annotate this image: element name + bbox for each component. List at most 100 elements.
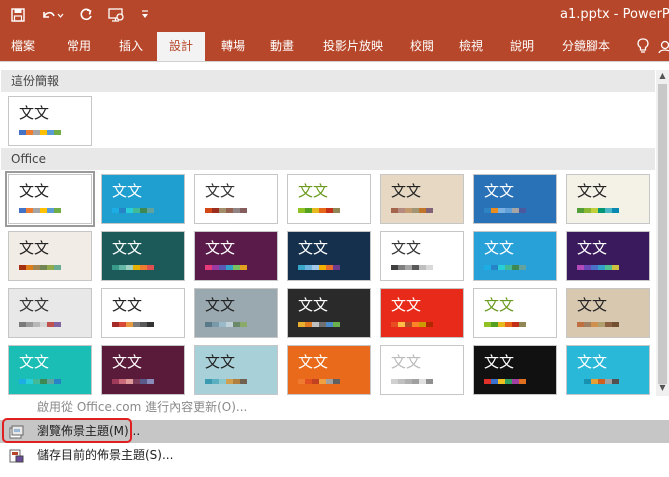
theme-thumbnail-22[interactable]: 文文 — [8, 345, 92, 395]
theme-sample-text: 文文 — [484, 182, 515, 200]
palette-swatch — [40, 130, 47, 135]
scroll-up-icon[interactable]: ▲ — [656, 70, 669, 82]
palette-swatch — [326, 265, 333, 270]
theme-thumbnail-21[interactable]: 文文 — [566, 288, 650, 338]
theme-sample-text: 文文 — [298, 239, 329, 257]
theme-sample-text: 文文 — [205, 182, 236, 200]
palette-swatch — [484, 322, 491, 327]
theme-thumbnail-18[interactable]: 文文 — [287, 288, 371, 338]
palette-swatch — [584, 322, 591, 327]
palette-swatch — [612, 208, 619, 213]
save-icon[interactable] — [8, 4, 28, 26]
theme-thumbnail-7[interactable]: 文文 — [566, 174, 650, 224]
theme-thumbnail-3[interactable]: 文文 — [194, 174, 278, 224]
palette-swatch — [219, 379, 226, 384]
theme-thumbnail-28[interactable]: 文文 — [566, 345, 650, 395]
theme-thumbnail-26[interactable]: 文文 — [380, 345, 464, 395]
palette-swatch — [605, 265, 612, 270]
save-current-theme-item[interactable]: 儲存目前的佈景主題(S)... — [0, 444, 669, 467]
theme-thumbnail-4[interactable]: 文文 — [287, 174, 371, 224]
theme-thumbnail-9[interactable]: 文文 — [101, 231, 185, 281]
theme-thumbnail-17[interactable]: 文文 — [194, 288, 278, 338]
lightbulb-icon[interactable] — [632, 32, 654, 61]
theme-color-palette — [484, 208, 526, 213]
theme-sample-text: 文文 — [391, 353, 422, 371]
palette-swatch — [426, 322, 433, 327]
gallery-scrollbar[interactable]: ▲ ▼ — [656, 70, 669, 396]
palette-swatch — [519, 265, 526, 270]
palette-swatch — [312, 379, 319, 384]
palette-swatch — [519, 322, 526, 327]
current-theme-thumbnail[interactable]: 文文 — [8, 96, 92, 146]
palette-swatch — [319, 208, 326, 213]
theme-thumbnail-24[interactable]: 文文 — [194, 345, 278, 395]
theme-thumbnail-27[interactable]: 文文 — [473, 345, 557, 395]
tab-transitions[interactable]: 轉場 — [210, 32, 256, 61]
palette-swatch — [212, 379, 219, 384]
tab-file[interactable]: 檔案 — [0, 32, 46, 61]
theme-color-palette — [112, 322, 154, 327]
palette-swatch — [298, 322, 305, 327]
palette-swatch — [233, 265, 240, 270]
palette-swatch — [26, 265, 33, 270]
theme-color-palette — [298, 208, 340, 213]
palette-swatch — [391, 322, 398, 327]
palette-swatch — [391, 265, 398, 270]
scrollbar-thumb[interactable] — [658, 84, 667, 384]
present-icon[interactable] — [106, 4, 128, 26]
share-icon[interactable] — [658, 32, 669, 61]
palette-swatch — [412, 265, 419, 270]
palette-swatch — [405, 208, 412, 213]
theme-color-palette — [577, 379, 619, 384]
redo-icon[interactable] — [76, 4, 96, 26]
theme-thumbnail-19[interactable]: 文文 — [380, 288, 464, 338]
palette-swatch — [133, 322, 140, 327]
palette-swatch — [512, 379, 519, 384]
theme-thumbnail-1[interactable]: 文文 — [5, 171, 95, 227]
palette-swatch — [605, 208, 612, 213]
palette-swatch — [398, 208, 405, 213]
theme-sample-text: 文文 — [19, 104, 50, 122]
theme-thumbnail-16[interactable]: 文文 — [101, 288, 185, 338]
tab-storyboarding[interactable]: 分鏡腳本 — [553, 32, 619, 61]
theme-sample-text: 文文 — [484, 353, 515, 371]
theme-thumbnail-12[interactable]: 文文 — [380, 231, 464, 281]
tab-insert[interactable]: 插入 — [108, 32, 154, 61]
tab-help[interactable]: 說明 — [499, 32, 545, 61]
palette-swatch — [19, 379, 26, 384]
theme-thumbnail-13[interactable]: 文文 — [473, 231, 557, 281]
theme-thumbnail-2[interactable]: 文文 — [101, 174, 185, 224]
theme-thumbnail-25[interactable]: 文文 — [287, 345, 371, 395]
tab-review[interactable]: 校閱 — [399, 32, 445, 61]
tab-design[interactable]: 設計 — [157, 32, 205, 61]
palette-swatch — [126, 322, 133, 327]
palette-swatch — [119, 265, 126, 270]
theme-thumbnail-5[interactable]: 文文 — [380, 174, 464, 224]
palette-swatch — [405, 379, 412, 384]
theme-color-palette — [391, 322, 433, 327]
theme-thumbnail-20[interactable]: 文文 — [473, 288, 557, 338]
palette-swatch — [126, 208, 133, 213]
customize-icon[interactable] — [138, 4, 152, 26]
palette-swatch — [498, 208, 505, 213]
tab-slideshow[interactable]: 投影片放映 — [313, 32, 393, 61]
theme-thumbnail-15[interactable]: 文文 — [8, 288, 92, 338]
tab-home[interactable]: 常用 — [56, 32, 102, 61]
palette-swatch — [133, 208, 140, 213]
tab-view[interactable]: 檢視 — [448, 32, 494, 61]
palette-swatch — [512, 265, 519, 270]
palette-swatch — [491, 265, 498, 270]
theme-thumbnail-10[interactable]: 文文 — [194, 231, 278, 281]
palette-swatch — [40, 208, 47, 213]
theme-thumbnail-8[interactable]: 文文 — [8, 231, 92, 281]
theme-thumbnail-23[interactable]: 文文 — [101, 345, 185, 395]
tab-animations[interactable]: 動畫 — [259, 32, 305, 61]
palette-swatch — [240, 379, 247, 384]
theme-thumbnail-14[interactable]: 文文 — [566, 231, 650, 281]
theme-thumbnail-11[interactable]: 文文 — [287, 231, 371, 281]
undo-icon[interactable] — [38, 4, 66, 26]
theme-thumbnail-6[interactable]: 文文 — [473, 174, 557, 224]
enable-content-updates-label: 啟用從 Office.com 進行內容更新(O)... — [37, 400, 248, 414]
palette-swatch — [33, 208, 40, 213]
scroll-down-icon[interactable]: ▼ — [656, 382, 669, 394]
